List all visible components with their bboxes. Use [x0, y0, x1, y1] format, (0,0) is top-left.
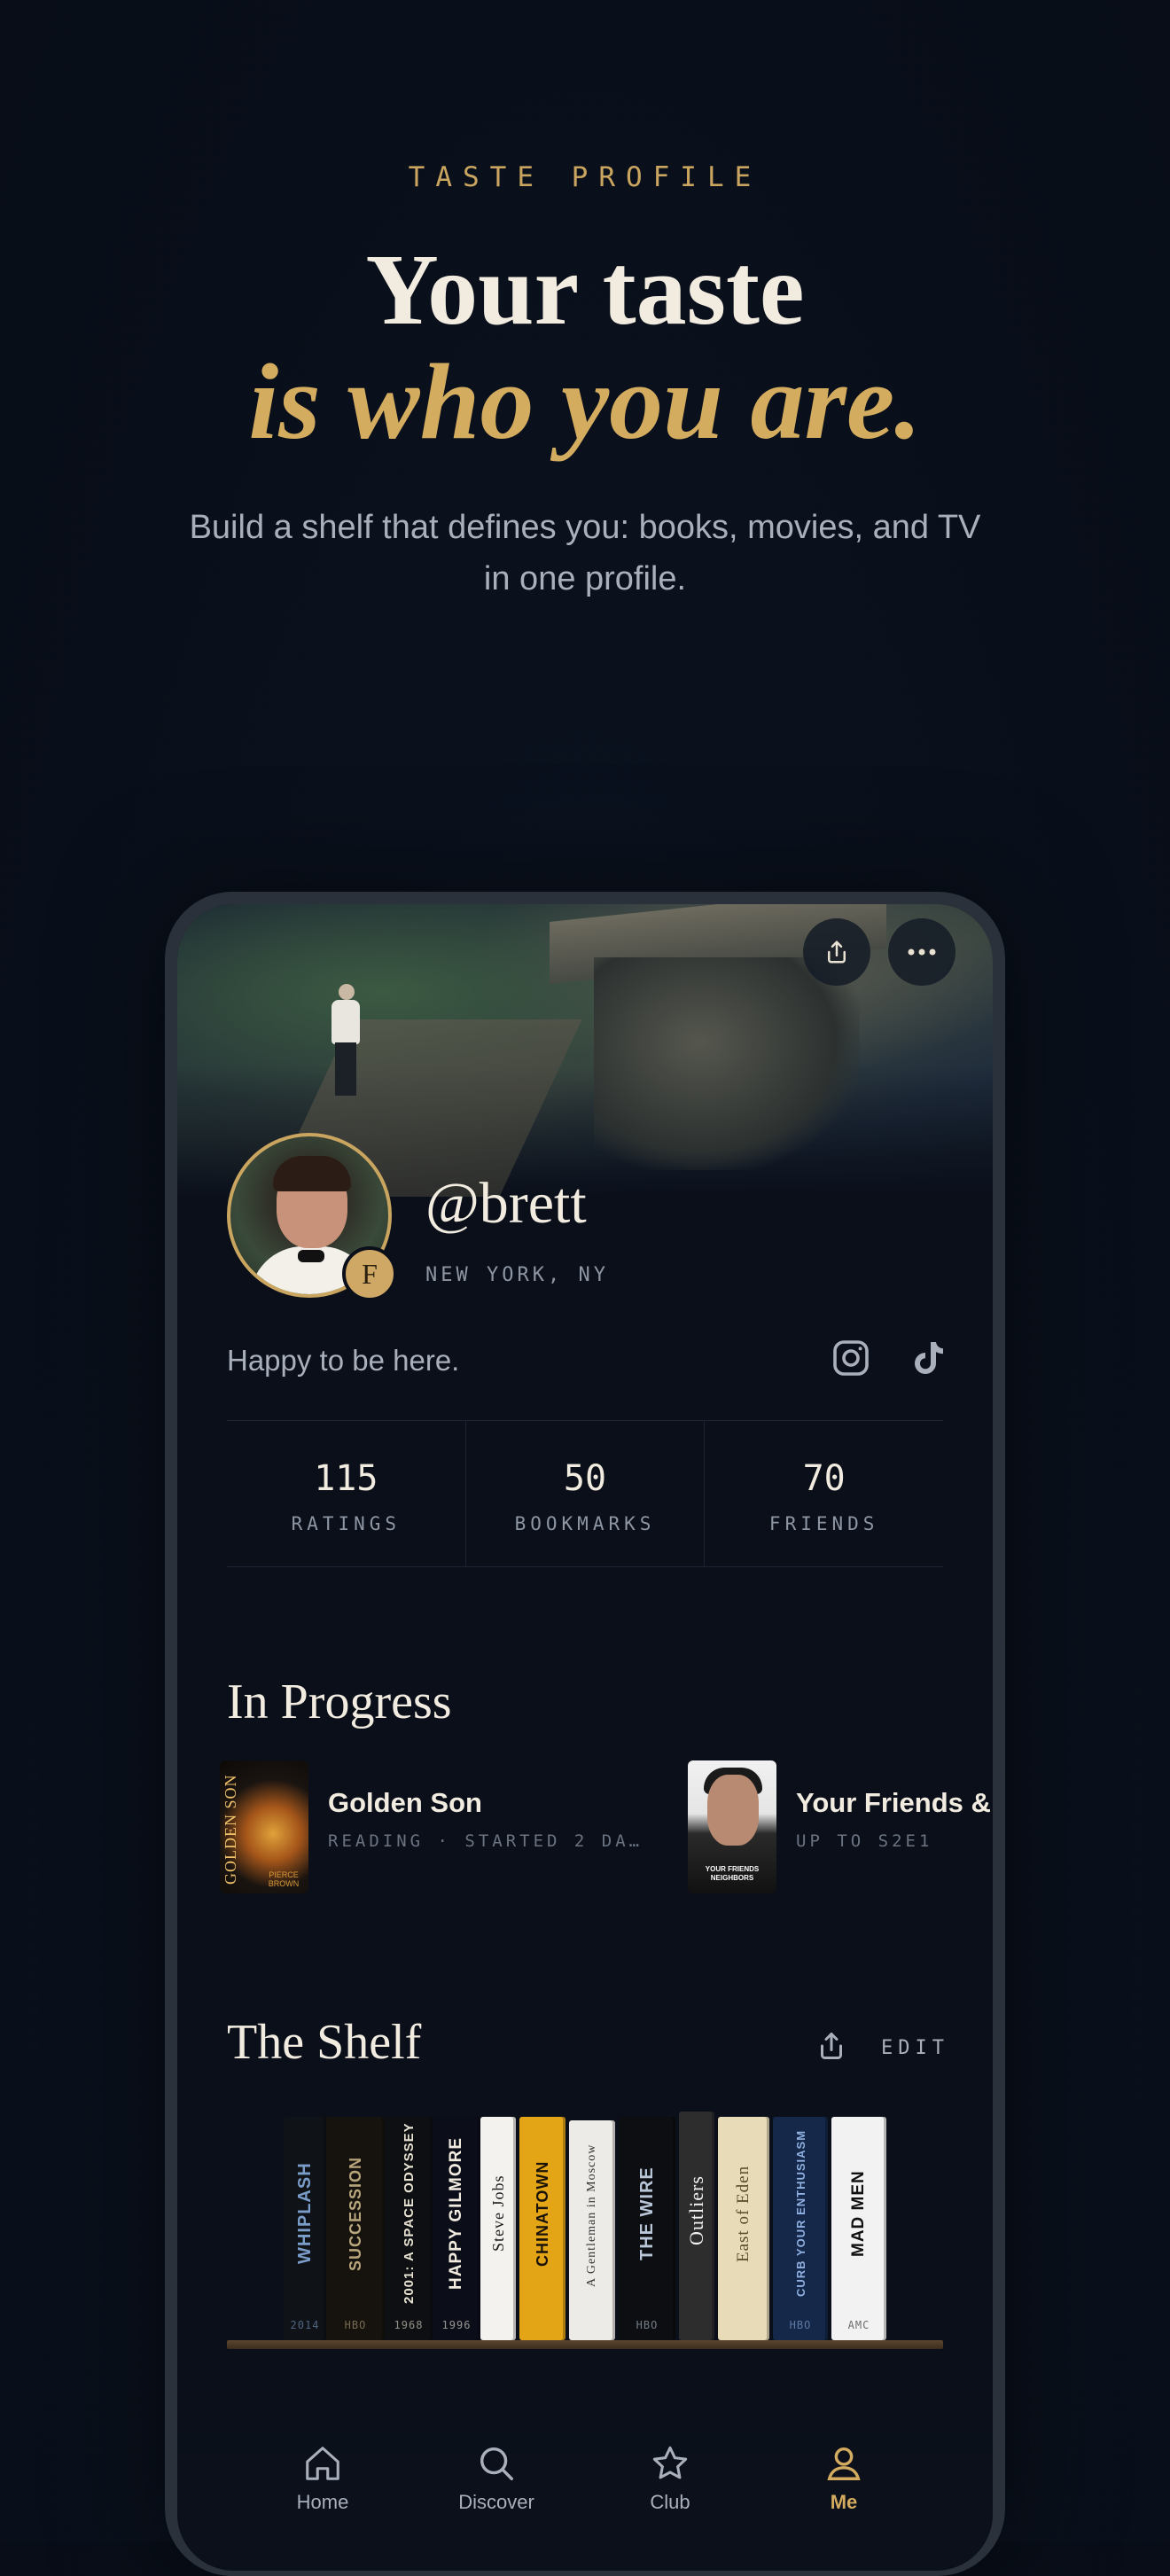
shelf-book-footer [569, 2310, 615, 2340]
shelf-book[interactable]: WHIPLASH 2014 [284, 2117, 326, 2340]
shelf-board [227, 2340, 943, 2349]
tier-badge: F [342, 1246, 397, 1301]
person-icon [827, 2447, 861, 2480]
in-progress-item-title: Your Friends & Neighbors [796, 1787, 993, 1818]
shelf-book-footer [718, 2310, 769, 2340]
shelf-book-footer [519, 2310, 566, 2340]
shelf-book[interactable]: MAD MEN AMC [831, 2117, 886, 2340]
phone-screen: F @brett NEW YORK, NY Happy to be here. … [177, 904, 993, 2571]
profile-location: NEW YORK, NY [425, 1264, 609, 1286]
shelf-edit-button[interactable]: EDIT [881, 2037, 949, 2059]
eyebrow: TASTE PROFILE [408, 161, 762, 193]
in-progress-item-title: Golden Son [328, 1787, 482, 1818]
in-progress-item-status: UP TO S2E1 [796, 1831, 933, 1851]
share-icon [828, 941, 846, 964]
shelf-book-title: CURB YOUR ENTHUSIASM [793, 2129, 807, 2298]
shelf-book[interactable]: Steve Jobs [480, 2117, 516, 2340]
shelf-book-title: SUCCESSION [346, 2156, 364, 2271]
tab-discover[interactable]: Discover [434, 2443, 558, 2514]
share-button[interactable] [803, 918, 870, 986]
shelf-book-footer: AMC [847, 2319, 870, 2331]
search-icon [480, 2447, 513, 2480]
shelf-book[interactable]: CURB YOUR ENTHUSIASM HBO [773, 2117, 828, 2340]
shelf-book-title: A Gentleman in Moscow [585, 2143, 598, 2287]
shelf-book-title: 2001: A SPACE ODYSSEY [401, 2122, 417, 2305]
shelf-book-title: WHIPLASH [294, 2162, 315, 2265]
tab-club[interactable]: Club [608, 2443, 732, 2514]
shelf-book[interactable]: SUCCESSION HBO [326, 2117, 385, 2340]
shelf-book[interactable]: A Gentleman in Moscow [569, 2120, 615, 2340]
profile-handle: @brett [425, 1171, 587, 1236]
book-cover: GOLDEN SON PIERCE BROWN [220, 1760, 308, 1893]
in-progress-item-status: READING · STARTED 2 DAYS AGO [328, 1831, 644, 1851]
shelf-book-title: THE WIRE [636, 2166, 657, 2260]
shelf-book-footer: 2014 [290, 2319, 320, 2331]
profile-bio: Happy to be here. [227, 1344, 460, 1377]
stat-friends[interactable]: 70 FRIENDS [704, 1421, 943, 1566]
shelf-book-footer [679, 2310, 714, 2340]
shelf-book-footer: 1996 [441, 2319, 472, 2331]
shelf-book[interactable]: East of Eden [718, 2117, 769, 2340]
shelf-book-footer [480, 2310, 516, 2340]
shelf-book-footer: 1968 [394, 2319, 424, 2331]
hero-subcopy: Build a shelf that defines you: books, m… [189, 509, 981, 597]
shelf-book-footer: HBO [636, 2319, 659, 2331]
home-icon [306, 2447, 339, 2480]
stat-ratings[interactable]: 115 RATINGS [227, 1421, 465, 1566]
shelf-book[interactable]: Outliers [679, 2112, 714, 2340]
shelf-book[interactable]: THE WIRE HBO [619, 2117, 675, 2340]
profile-stats: 115 RATINGS 50 BOOKMARKS 70 FRIENDS [227, 1420, 943, 1567]
shelf-book-title: Outliers [685, 2175, 707, 2246]
shelf-book-title: MAD MEN [849, 2170, 868, 2257]
shelf-book[interactable]: CHINATOWN [519, 2117, 566, 2340]
stat-bookmarks[interactable]: 50 BOOKMARKS [464, 1421, 705, 1566]
more-icon [908, 948, 936, 956]
tiktok-icon[interactable] [906, 1337, 948, 1379]
shelf-book[interactable]: 2001: A SPACE ODYSSEY 1968 [385, 2117, 433, 2340]
tab-home[interactable]: Home [261, 2443, 385, 2514]
shelf-title: The Shelf [227, 2015, 422, 2070]
show-cover: YOUR FRIENDS NEIGHBORS [688, 1760, 776, 1893]
shelf-book-footer: HBO [789, 2319, 812, 2331]
tab-me[interactable]: Me [782, 2443, 906, 2514]
shelf-book-title: East of Eden [734, 2165, 753, 2262]
in-progress-title: In Progress [227, 1674, 452, 1729]
headline-line-2: is who you are. [248, 342, 922, 462]
star-icon [652, 2446, 688, 2479]
shelf-book-title: CHINATOWN [533, 2160, 551, 2267]
shelf-book-title: Steve Jobs [488, 2174, 507, 2252]
shelf-book-footer: HBO [344, 2319, 367, 2331]
headline-line-1: Your taste [365, 233, 805, 346]
more-button[interactable] [888, 918, 956, 986]
shelf-book[interactable]: HAPPY GILMORE 1996 [433, 2117, 480, 2340]
share-icon[interactable] [815, 2030, 847, 2062]
shelf-book-title: HAPPY GILMORE [447, 2136, 465, 2291]
instagram-icon[interactable] [830, 1337, 872, 1379]
